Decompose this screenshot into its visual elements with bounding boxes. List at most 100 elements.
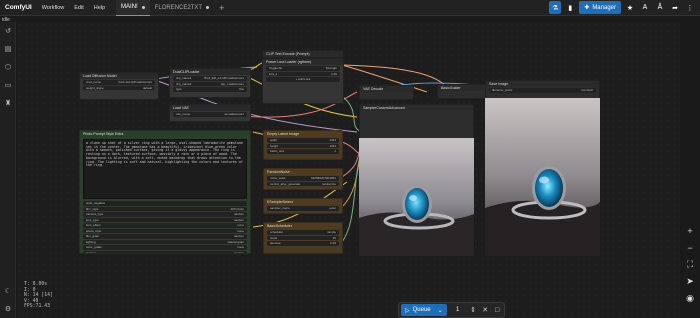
node-basic-guider[interactable]: BasicGuider [437,84,487,99]
widget-key: film_grain [86,234,100,239]
widget-photo-style[interactable]: photo_style none [83,228,247,233]
cancel-x-icon[interactable]: ✕ [481,306,490,314]
sampler-preview-image [359,138,474,256]
tab-main[interactable]: MAIN! [116,0,150,16]
node-title: SamplerCustomAdvanced [360,105,473,111]
widget-key: color_grade [86,245,102,250]
add-lora-button[interactable]: + Add Lora [266,77,340,82]
node-dual-clip-loader[interactable]: DualCLIPLoader clip_name1 t5xxl_fp8_e4m3f… [169,68,251,98]
tab-florence2txt[interactable]: FLORENCE2TXT [150,0,214,16]
widget-value: none [237,228,244,233]
widget-location[interactable]: location random [83,250,247,254]
widget-scheduler[interactable]: scheduler simple [267,230,339,235]
prompt-textarea[interactable]: a close up shot of a silver ring with a … [83,139,247,199]
widget-value: 1 [334,149,336,154]
node-clip-text-encode[interactable]: CLIP Text Encode (Prompt) [262,50,344,58]
widget-key: type [176,87,182,92]
model-library-icon[interactable]: ⬡ [0,58,16,76]
widget-width[interactable]: width 1024 [267,138,339,143]
node-basic-scheduler[interactable]: BasicScheduler scheduler simple steps 20 d… [263,222,343,254]
widget-type[interactable]: type flux [173,87,247,92]
zoom-out-minus-icon[interactable]: − [680,239,700,256]
widget-unet-name[interactable]: unet_name flux1-dev-fp8.safetensors [83,80,155,85]
widget-noise-seed[interactable]: noise_seed 640569207901901 [267,176,339,181]
widget-sampler-name[interactable]: sampler_name euler [267,206,339,211]
graph-canvas[interactable]: Load Diffusion Model unet_name flux1-dev-… [17,22,680,318]
widget-color-grade[interactable]: color_grade none [83,245,247,250]
templates-icon[interactable]: ♜ [0,94,16,112]
puzzle-icon: ✚ [584,5,590,11]
new-tab-plus-icon[interactable]: + [214,3,229,13]
queue-button[interactable]: ▷ Queue ⌄ [401,304,447,316]
widget-camera-type[interactable]: camera_type random [83,212,247,217]
chevron-down-icon[interactable]: ⌄ [438,307,443,314]
widget-key: lens_type [86,217,99,222]
node-power-lora-loader[interactable]: Power Lora Loader (rgthree) Toggle All St… [262,58,344,104]
select-pointer-icon[interactable]: ➤ [680,273,700,290]
left-sidebar: ↺ ▤ ⬡ ▭ ♜ ☾ ⚙ [0,22,16,318]
node-load-vae[interactable]: Load VAE vae_name ae.safetensors [169,104,251,122]
node-vae-decode[interactable]: VAE Decode [359,85,414,100]
menu-workflow[interactable]: Workflow [37,5,70,11]
stop-square-icon[interactable]: □ [493,307,502,314]
widget-weight-dtype[interactable]: weight_dtype default [83,85,155,90]
widget-lens-effect[interactable]: lens_effect none [83,223,247,228]
toggle-links-eye-icon[interactable]: ◉ [680,290,700,307]
ring-preview-graphic [359,138,474,256]
workflows-folder-icon[interactable]: ▭ [0,76,16,94]
widget-key: weight_dtype [86,85,104,90]
widget-denoise[interactable]: denoise 1.00 [267,241,339,246]
widget-value: random [233,250,244,254]
widget-steps[interactable]: steps 20 [267,235,339,240]
widget-value: ComfyUI [581,88,593,93]
widget-value: 20 [332,235,336,240]
widget-lora-1[interactable]: lora_1 1.00 [266,71,340,76]
widget-filename-prefix[interactable]: filename_prefix ComfyUI [489,88,596,93]
widget-control-after-generate[interactable]: control_after_generate randomize [267,181,339,186]
widget-lens-type[interactable]: lens_type random [83,217,247,222]
more-icon[interactable]: ⋮ [684,1,696,14]
widget-key: scheduler [270,230,284,235]
history-icon[interactable]: ↺ [0,22,16,40]
widget-clip-name1[interactable]: clip_name1 t5xxl_fp8_e4m3fn.safetensors [173,76,247,81]
flask-icon[interactable]: ⚗ [549,1,562,14]
widget-clip-name2[interactable]: clip_name2 clip_l.safetensors [173,81,247,86]
widget-batch-size[interactable]: batch_size 1 [267,149,339,154]
node-empty-latent-image[interactable]: Empty Latent Image width 1024 height 1024 … [263,130,343,160]
share-icon[interactable]: ➦ [669,1,681,14]
stepper-arrows-icon[interactable]: ⇕ [469,306,478,314]
widget-value: 640569207901901 [310,176,336,181]
widget-film-style[interactable]: film_style 100 photo [83,206,247,211]
node-random-noise[interactable]: RandomNoise noise_seed 640569207901901 co… [263,168,343,190]
bookmark-icon[interactable]: ▮ [564,1,576,14]
widget-key: Toggle All [269,66,282,71]
widget-value: ae.safetensors [224,112,244,117]
translate-a-icon[interactable]: A [639,1,651,14]
node-ksampler-select[interactable]: KSamplerSelect sampler_name euler [263,198,343,214]
menu-help[interactable]: Help [89,5,110,11]
widget-toggle-all[interactable]: Toggle All Strength [266,66,340,71]
widget-style-negative[interactable]: style_negative [83,201,247,206]
widget-key: width [270,138,278,143]
widget-lighting[interactable]: lighting natural grain [83,239,247,244]
menu-edit[interactable]: Edit [69,5,88,11]
node-photo-prompt-style[interactable]: Photo Prompt Style Extra a close up shot… [79,130,251,254]
settings-gear-icon[interactable]: ⚙ [0,300,16,318]
canvas-controls: + − ⛶ ➤ ◉ [680,222,700,318]
widget-vae-name[interactable]: vae_name ae.safetensors [173,112,247,117]
tab-main-label: MAIN! [121,4,138,10]
node-load-diffusion-model[interactable]: Load Diffusion Model unet_name flux1-dev-… [79,72,159,100]
widget-value: random [233,212,244,217]
theme-moon-icon[interactable]: ☾ [0,282,16,300]
star-icon[interactable]: ★ [624,1,636,14]
translate-b-icon[interactable]: Å [654,1,666,14]
zoom-in-plus-icon[interactable]: + [680,222,700,239]
batch-count-input[interactable]: 1 [450,307,466,313]
node-library-icon[interactable]: ▤ [0,40,16,58]
widget-key: lora_1 [269,71,278,76]
widget-value: Strength [325,66,337,71]
manager-button[interactable]: ✚ Manager [579,1,621,14]
widget-height[interactable]: height 1024 [267,143,339,148]
widget-film-grain[interactable]: film_grain random [83,234,247,239]
fit-view-icon[interactable]: ⛶ [680,256,700,273]
